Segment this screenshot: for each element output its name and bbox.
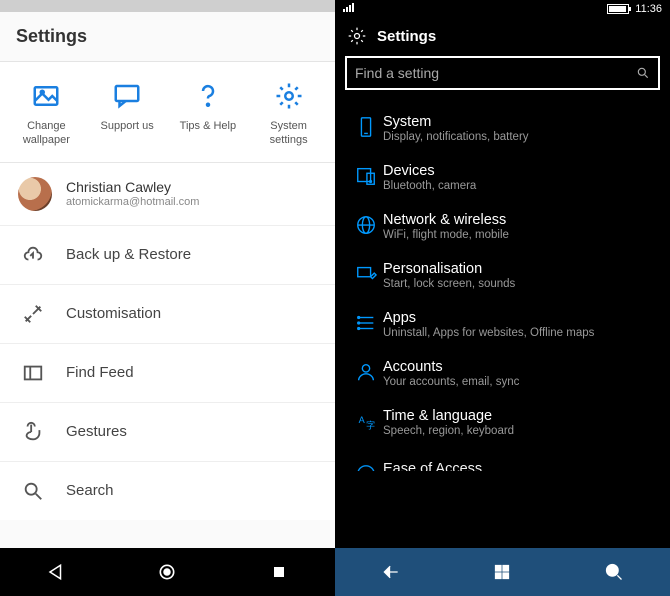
account-email: atomickarma@hotmail.com: [66, 196, 199, 208]
apps-icon: [349, 310, 383, 339]
nav-home[interactable]: [156, 561, 178, 583]
category-name: Time & language: [383, 408, 656, 424]
page-title: Settings: [0, 12, 335, 62]
quick-change-wallpaper[interactable]: Change wallpaper: [10, 78, 82, 148]
clock: 11:36: [635, 3, 662, 15]
menu-label: Find Feed: [66, 364, 134, 381]
quick-label: Change wallpaper: [10, 120, 82, 148]
category-desc: Start, lock screen, sounds: [383, 278, 656, 290]
gear-icon: [347, 26, 367, 46]
status-bar: [0, 0, 335, 12]
nav-recent[interactable]: [268, 561, 290, 583]
nav-back[interactable]: [45, 561, 67, 583]
globe-icon: [349, 212, 383, 241]
page-title: Settings: [377, 28, 436, 45]
menu-label: Search: [66, 482, 114, 499]
category-desc: Speech, region, keyboard: [383, 425, 656, 437]
nav-search[interactable]: [603, 561, 625, 583]
svg-text:字: 字: [366, 419, 375, 430]
menu-label: Gestures: [66, 423, 127, 440]
android-settings-panel: Settings Change wallpaper Support us Tip…: [0, 0, 335, 596]
signal-icon: [343, 3, 355, 15]
battery-icon: [607, 4, 629, 14]
menu-label: Back up & Restore: [66, 246, 191, 263]
category-network[interactable]: Network & wirelessWiFi, flight mode, mob…: [335, 202, 670, 251]
nav-back[interactable]: [380, 561, 402, 583]
category-time-language[interactable]: A字 Time & languageSpeech, region, keyboa…: [335, 398, 670, 447]
category-apps[interactable]: AppsUninstall, Apps for websites, Offlin…: [335, 300, 670, 349]
avatar: [18, 177, 52, 211]
search-icon: [20, 478, 46, 504]
cloud-upload-icon: [20, 242, 46, 268]
quick-label: Tips & Help: [180, 120, 236, 134]
windows-navbar: [335, 548, 670, 596]
quick-system-settings[interactable]: System settings: [253, 78, 325, 148]
nav-start[interactable]: [491, 561, 513, 583]
category-name: Personalisation: [383, 261, 656, 277]
brush-icon: [20, 301, 46, 327]
person-icon: [349, 359, 383, 388]
settings-header: Settings: [335, 18, 670, 56]
status-bar: 11:36: [335, 0, 670, 18]
gear-icon: [274, 78, 304, 114]
menu-backup-restore[interactable]: Back up & Restore: [0, 225, 335, 284]
search-input[interactable]: Find a setting: [345, 56, 660, 90]
category-personalisation[interactable]: PersonalisationStart, lock screen, sound…: [335, 251, 670, 300]
phone-icon: [349, 114, 383, 143]
category-name: Network & wireless: [383, 212, 656, 228]
devices-icon: [349, 163, 383, 192]
gesture-icon: [20, 419, 46, 445]
chat-icon: [112, 78, 142, 114]
category-name: Ease of Access: [383, 461, 656, 471]
ease-icon: [349, 461, 383, 463]
picture-icon: [31, 78, 61, 114]
category-system[interactable]: SystemDisplay, notifications, battery: [335, 104, 670, 153]
search-placeholder: Find a setting: [355, 65, 636, 81]
android-navbar: [0, 548, 335, 596]
category-accounts[interactable]: AccountsYour accounts, email, sync: [335, 349, 670, 398]
question-icon: [193, 78, 223, 114]
menu-label: Customisation: [66, 305, 161, 322]
quick-support-us[interactable]: Support us: [91, 78, 163, 148]
personalise-icon: [349, 261, 383, 290]
quick-label: System settings: [253, 120, 325, 148]
category-desc: WiFi, flight mode, mobile: [383, 229, 656, 241]
category-name: Devices: [383, 163, 656, 179]
svg-text:A: A: [359, 415, 366, 425]
category-desc: Uninstall, Apps for websites, Offline ma…: [383, 327, 656, 339]
category-list: SystemDisplay, notifications, battery De…: [335, 104, 670, 548]
category-desc: Bluetooth, camera: [383, 180, 656, 192]
quick-actions-row: Change wallpaper Support us Tips & Help …: [0, 62, 335, 162]
category-name: System: [383, 114, 656, 130]
quick-label: Support us: [101, 120, 154, 134]
menu-find-feed[interactable]: Find Feed: [0, 343, 335, 402]
menu-customisation[interactable]: Customisation: [0, 284, 335, 343]
settings-menu: Back up & Restore Customisation Find Fee…: [0, 225, 335, 520]
quick-tips-help[interactable]: Tips & Help: [172, 78, 244, 148]
menu-search[interactable]: Search: [0, 461, 335, 520]
account-row[interactable]: Christian Cawley atomickarma@hotmail.com: [0, 163, 335, 225]
search-icon: [636, 66, 650, 80]
category-devices[interactable]: DevicesBluetooth, camera: [335, 153, 670, 202]
category-name: Apps: [383, 310, 656, 326]
windows-settings-panel: 11:36 Settings Find a setting SystemDisp…: [335, 0, 670, 596]
account-name: Christian Cawley: [66, 179, 199, 195]
menu-gestures[interactable]: Gestures: [0, 402, 335, 461]
category-desc: Your accounts, email, sync: [383, 376, 656, 388]
panel-icon: [20, 360, 46, 386]
language-icon: A字: [349, 408, 383, 437]
category-ease-of-access[interactable]: Ease of Access: [335, 451, 670, 471]
category-desc: Display, notifications, battery: [383, 131, 656, 143]
category-name: Accounts: [383, 359, 656, 375]
